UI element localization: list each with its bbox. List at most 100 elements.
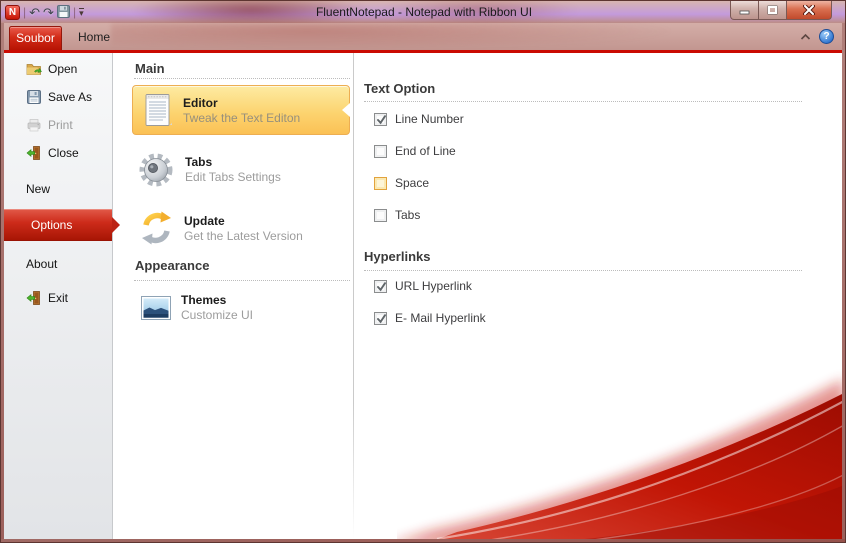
checkbox[interactable]	[374, 176, 387, 190]
menu-item-label: Exit	[48, 291, 69, 305]
menu-item-label: Close	[48, 146, 79, 160]
menu-item-label: Print	[48, 118, 73, 132]
backstage-menu: Open Save As Print Close New Options Abo…	[4, 53, 120, 539]
app-window: N | ↶ ↷ | ▾ FluentNotepad - Notepad with…	[0, 0, 846, 543]
menu-item-label: About	[26, 257, 58, 271]
category-item-text: Themes Customize UI	[181, 293, 253, 322]
close-door-icon	[26, 146, 40, 160]
maximize-button[interactable]	[759, 1, 787, 20]
accent-line	[1, 50, 845, 53]
menu-item-close[interactable]: Close	[4, 139, 112, 167]
category-item-text: Editor Tweak the Text Editon	[183, 96, 300, 125]
category-item-themes[interactable]: Themes Customize UI	[141, 293, 253, 322]
redo-button[interactable]: ↷	[43, 6, 54, 19]
option-end-of-line[interactable]: End of Line	[374, 144, 456, 158]
undo-button[interactable]: ↶	[29, 6, 40, 19]
option-label: E- Mail Hyperlink	[395, 311, 486, 325]
option-tabs[interactable]: Tabs	[374, 208, 420, 222]
category-item-title: Themes	[181, 293, 227, 307]
ribbon-right-controls: ?	[798, 29, 834, 44]
category-item-subtitle: Get the Latest Version	[184, 228, 303, 243]
window-border	[1, 23, 4, 542]
menu-item-new[interactable]: New	[4, 175, 112, 203]
option-label: URL Hyperlink	[395, 279, 472, 293]
check-icon	[377, 313, 386, 323]
tab-home[interactable]: Home	[67, 26, 121, 50]
menu-item-about[interactable]: About	[4, 250, 112, 278]
menu-item-label: Options	[31, 218, 73, 232]
minimize-icon	[739, 10, 750, 14]
group-divider	[364, 270, 802, 271]
category-item-text: Update Get the Latest Version	[184, 214, 303, 243]
menu-item-save-as[interactable]: Save As	[4, 83, 112, 111]
menu-item-label: Open	[48, 62, 78, 76]
check-icon	[377, 114, 386, 124]
close-button[interactable]	[787, 1, 832, 20]
minimize-button[interactable]	[730, 1, 759, 20]
group-divider	[364, 101, 802, 102]
qat-dropdown-button[interactable]: ▾	[79, 7, 84, 17]
option-space[interactable]: Space	[374, 176, 429, 190]
selected-item-notch	[342, 103, 350, 117]
close-icon	[803, 5, 815, 15]
option-label: Line Number	[395, 112, 464, 126]
category-item-subtitle: Tweak the Text Editon	[183, 110, 301, 125]
window-border	[1, 539, 845, 542]
checkbox[interactable]	[374, 279, 387, 293]
floppy-icon	[56, 4, 70, 18]
red-swirl-decoration	[405, 380, 842, 539]
option-label: Tabs	[395, 208, 421, 222]
category-item-tabs[interactable]: Tabs Edit Tabs Settings	[138, 151, 281, 188]
app-icon[interactable]: N	[5, 4, 20, 20]
separator: |	[23, 5, 27, 19]
option-url-hyperlink[interactable]: URL Hyperlink	[374, 279, 472, 293]
open-folder-icon	[26, 64, 42, 75]
maximize-icon	[767, 5, 778, 15]
save-button[interactable]	[56, 4, 70, 20]
category-item-title: Editor	[183, 95, 218, 110]
check-icon	[377, 281, 386, 291]
category-item-title: Tabs	[185, 155, 213, 169]
category-item-text: Tabs Edit Tabs Settings	[185, 155, 281, 184]
printer-icon	[27, 119, 41, 132]
option-label: Space	[395, 176, 430, 190]
tab-file-soubor[interactable]: Soubor	[9, 26, 62, 50]
collapse-ribbon-button[interactable]	[798, 30, 812, 43]
checkbox[interactable]	[374, 112, 387, 126]
option-line-number[interactable]: Line Number	[374, 112, 464, 126]
quick-access-toolbar: N | ↶ ↷ | ▾	[5, 2, 84, 22]
window-border	[842, 23, 845, 542]
menu-item-label: Save As	[48, 90, 93, 104]
menu-item-open[interactable]: Open	[4, 55, 112, 83]
title-bar: N | ↶ ↷ | ▾ FluentNotepad - Notepad with…	[1, 1, 845, 23]
chevron-up-icon	[800, 33, 810, 40]
separator: |	[72, 5, 77, 19]
selected-item-arrow	[112, 217, 120, 233]
gear-icon	[139, 153, 173, 187]
category-item-title: Update	[184, 213, 225, 228]
category-item-editor-selected[interactable]: Editor Tweak the Text Editon	[132, 85, 350, 135]
option-email-hyperlink[interactable]: E- Mail Hyperlink	[374, 311, 486, 325]
menu-item-options-selected[interactable]: Options	[4, 209, 120, 241]
notepad-icon	[145, 94, 172, 126]
exit-door-icon	[26, 291, 40, 305]
section-header-main: Main	[135, 61, 165, 76]
category-item-subtitle: Customize UI	[181, 308, 254, 322]
checkbox[interactable]	[374, 208, 387, 222]
refresh-icon	[142, 211, 171, 245]
menu-item-exit[interactable]: Exit	[4, 284, 112, 312]
window-controls	[730, 1, 832, 20]
menu-item-print[interactable]: Print	[4, 111, 112, 139]
category-item-update[interactable]: Update Get the Latest Version	[139, 210, 303, 246]
checkbox[interactable]	[374, 144, 387, 158]
checkbox[interactable]	[374, 311, 387, 325]
option-label: End of Line	[395, 144, 456, 158]
menu-item-label: New	[26, 182, 51, 196]
ribbon-tab-row: Soubor Home ?	[1, 23, 845, 50]
group-header-hyperlinks: Hyperlinks	[364, 249, 431, 264]
backstage-view: Open Save As Print Close New Options Abo…	[4, 53, 842, 539]
help-button[interactable]: ?	[819, 29, 834, 44]
section-header-appearance: Appearance	[135, 258, 210, 273]
settings-category-column: Main Editor Tweak the Text Editon Tabs E…	[114, 53, 354, 539]
window-title: FluentNotepad - Notepad with Ribbon UI	[315, 5, 533, 19]
